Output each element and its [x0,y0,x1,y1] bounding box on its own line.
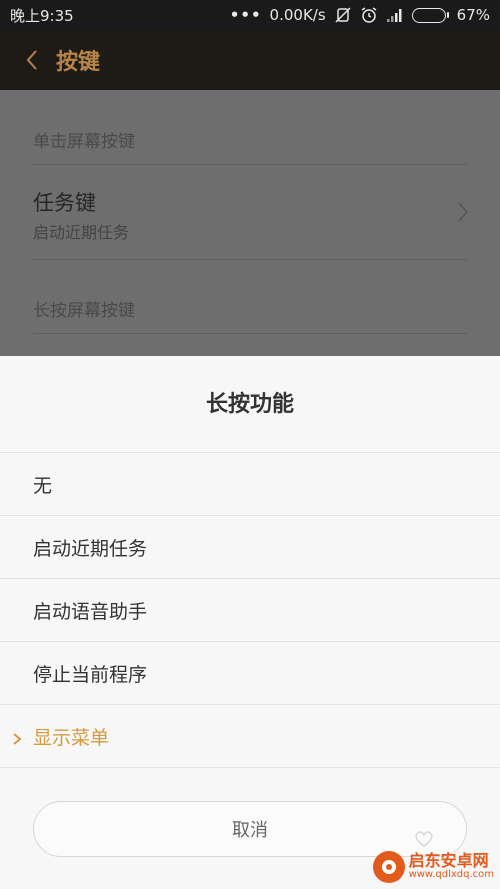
section-header-tap: 单击屏幕按键 [33,132,135,152]
divider [33,164,467,165]
app-bar: 按键 [0,30,500,90]
settings-content: 单击屏幕按键 任务键 启动近期任务 长按屏幕按键 [0,90,500,356]
watermark-url: www.qdlxdq.com [408,869,494,881]
signal-icon [386,6,404,24]
no-vibrate-icon [334,6,352,24]
row-title: 任务键 [33,191,96,215]
option-recent-tasks[interactable]: 启动近期任务 [0,516,500,579]
selected-chevron-icon [12,729,22,745]
option-label: 停止当前程序 [33,663,148,686]
page-title: 按键 [56,50,101,75]
sheet-title: 长按功能 [205,392,294,417]
status-bar: 晚上9:35 ••• 0.00K/s 67% [0,0,500,30]
chevron-left-icon[interactable] [20,48,44,72]
option-list: 无 启动近期任务 启动语音助手 停止当前程序 显示菜单 [0,452,500,768]
option-stop-app[interactable]: 停止当前程序 [0,642,500,705]
long-press-sheet: 长按功能 无 启动近期任务 启动语音助手 停止当前程序 显示菜单 取消 [0,356,500,889]
section-header-longpress: 长按屏幕按键 [33,301,135,321]
status-right: ••• 0.00K/s 67% [230,6,490,24]
chevron-right-icon [456,201,470,223]
alarm-icon [360,6,378,24]
android-logo-icon [372,851,405,883]
status-time: 晚上9:35 [10,6,74,25]
watermark-logo: 启东安卓网 www.qdlxdq.com [372,851,494,883]
option-voice-assistant[interactable]: 启动语音助手 [0,579,500,642]
option-none[interactable]: 无 [0,453,500,516]
network-speed: 0.00K/s [269,6,326,24]
divider [33,333,467,334]
battery-percent: 67% [456,6,490,24]
row-subtitle: 启动近期任务 [33,223,130,242]
option-label: 启动近期任务 [33,537,148,560]
battery-icon [411,7,449,23]
divider [33,259,467,260]
heart-icon [414,830,434,848]
option-label: 无 [33,474,53,497]
cancel-button[interactable]: 取消 [33,801,467,857]
option-label: 显示菜单 [33,726,110,749]
watermark-name: 启东安卓网 [408,851,489,871]
option-label: 启动语音助手 [33,600,148,623]
notification-dots: ••• [229,6,262,24]
option-show-menu[interactable]: 显示菜单 [0,705,500,768]
